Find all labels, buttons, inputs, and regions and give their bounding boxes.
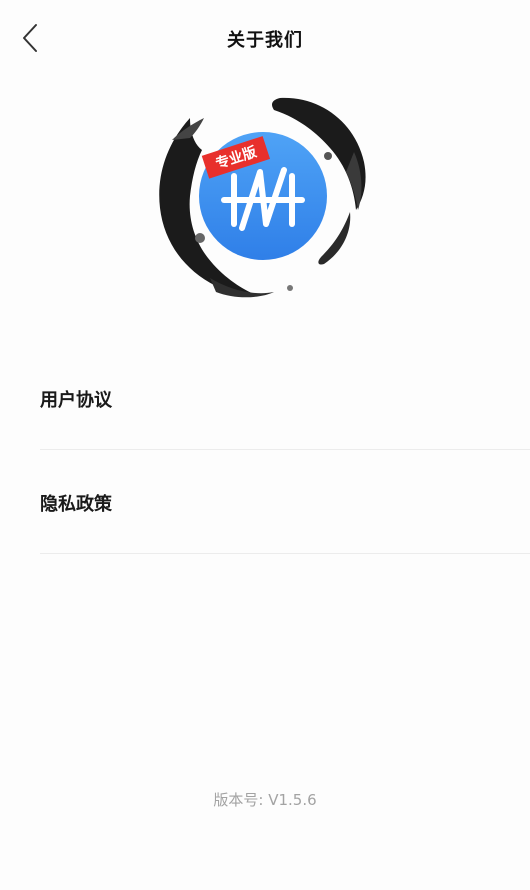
settings-menu: 用户协议 隐私政策 <box>0 346 530 554</box>
version-label: 版本号: V1.5.6 <box>213 791 317 809</box>
header-bar: 关于我们 <box>0 0 530 76</box>
app-logo-icon: 专业版 <box>159 97 366 298</box>
menu-item-user-agreement[interactable]: 用户协议 <box>0 346 530 450</box>
app-logo: 专业版 <box>150 92 376 302</box>
page-title: 关于我们 <box>227 30 303 51</box>
menu-item-privacy-policy[interactable]: 隐私政策 <box>0 450 530 554</box>
menu-item-label: 用户协议 <box>40 390 112 411</box>
divider <box>40 553 530 554</box>
menu-item-label: 隐私政策 <box>40 494 112 515</box>
